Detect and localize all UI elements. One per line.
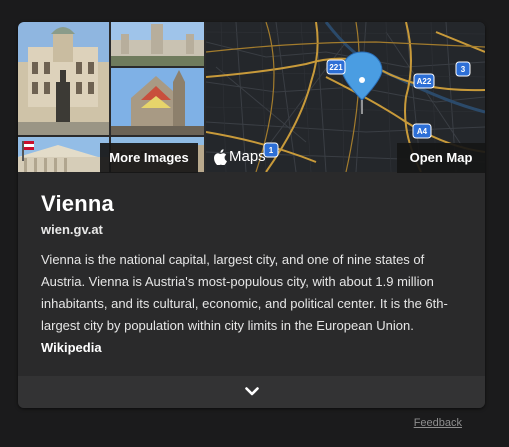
svg-text:1: 1 xyxy=(269,146,274,155)
expand-button[interactable] xyxy=(18,376,485,408)
svg-text:A22: A22 xyxy=(417,77,432,86)
maps-brand-label: Maps xyxy=(229,148,266,165)
map-shield-a22: A22 xyxy=(413,73,435,89)
photo-cathedral[interactable] xyxy=(111,68,204,135)
place-description: Vienna is the national capital, largest … xyxy=(41,249,471,359)
apple-maps-logo: Maps xyxy=(214,148,266,165)
map-shield-a4: A4 xyxy=(412,123,432,139)
map-shield-1: 1 xyxy=(263,142,279,158)
photo-parliament-columns[interactable] xyxy=(18,137,109,172)
description-text: Vienna is the national capital, largest … xyxy=(41,252,448,333)
media-section: 221 3 A22 1 A4 More Images Maps Open Map xyxy=(18,22,485,173)
place-domain-link[interactable]: wien.gv.at xyxy=(41,222,103,237)
open-map-button[interactable]: Open Map xyxy=(397,143,485,173)
map-shield-3: 3 xyxy=(455,61,471,77)
place-title: Vienna xyxy=(41,191,114,216)
feedback-link[interactable]: Feedback xyxy=(414,417,462,429)
photo-parliament[interactable] xyxy=(18,22,109,135)
more-images-button[interactable]: More Images xyxy=(100,143,198,173)
chevron-down-icon xyxy=(244,383,259,401)
svg-text:A4: A4 xyxy=(417,127,428,136)
knowledge-card: 221 3 A22 1 A4 More Images Maps Open Map… xyxy=(18,22,485,408)
map-shield-221: 221 xyxy=(326,59,346,75)
wikipedia-link[interactable]: Wikipedia xyxy=(41,340,102,355)
apple-icon xyxy=(214,148,228,165)
photo-city-hall[interactable] xyxy=(111,22,204,66)
info-section: Vienna wien.gv.at Vienna is the national… xyxy=(18,172,485,376)
svg-text:221: 221 xyxy=(329,63,343,72)
svg-text:3: 3 xyxy=(461,65,466,74)
